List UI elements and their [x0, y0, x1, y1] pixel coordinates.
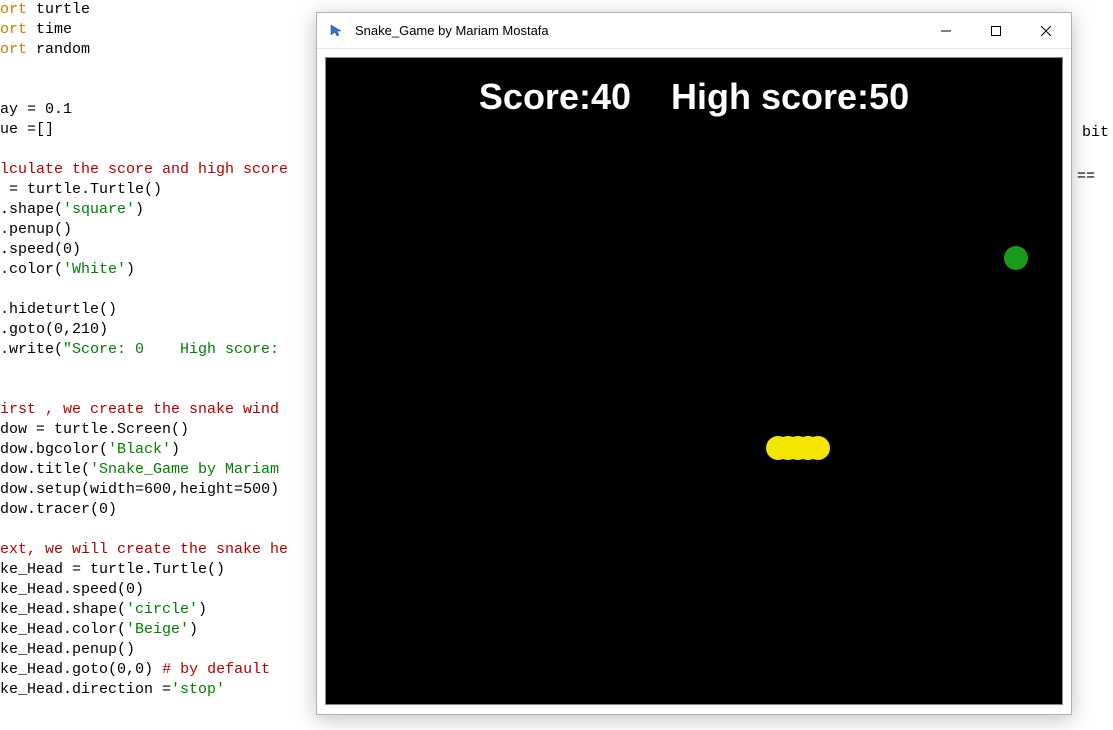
code-token: .speed(	[0, 241, 63, 258]
window-title: Snake_Game by Mariam Mostafa	[355, 23, 921, 38]
code-token: dow.setup(width=	[0, 481, 144, 498]
score-label: Score:	[479, 76, 591, 117]
code-fragment: bit	[1082, 124, 1109, 141]
code-token: .write(	[0, 341, 63, 358]
code-token: ke_Head.direction =	[0, 681, 171, 698]
score-display: Score:40 High score:50	[326, 76, 1062, 118]
code-token: 0	[99, 501, 108, 518]
code-token: 210	[72, 321, 99, 338]
code-token: ort	[0, 1, 27, 18]
minimize-button[interactable]	[921, 13, 971, 49]
code-token: dow.bgcolor(	[0, 441, 108, 458]
code-token: 0	[117, 661, 126, 678]
code-token: ,	[63, 321, 72, 338]
code-token: dow.tracer(	[0, 501, 99, 518]
code-token: )	[135, 201, 144, 218]
code-token: .color(	[0, 261, 63, 278]
code-token: )	[198, 601, 207, 618]
code-token: 'White'	[63, 261, 126, 278]
game-canvas-container: Score:40 High score:50	[317, 49, 1071, 713]
code-token: )	[126, 261, 135, 278]
code-token: )	[144, 661, 162, 678]
code-token: )	[270, 481, 279, 498]
code-token: )	[72, 241, 81, 258]
code-token: )	[189, 621, 198, 638]
code-token: 'square'	[63, 201, 135, 218]
code-token: 'Black'	[108, 441, 171, 458]
code-token: 0	[63, 241, 72, 258]
code-token: # by default	[162, 661, 270, 678]
code-token: ke_Head.goto(	[0, 661, 117, 678]
code-token: time	[27, 21, 72, 38]
code-fragment: ==	[1077, 168, 1095, 185]
code-token: ue =[]	[0, 121, 54, 138]
titlebar[interactable]: Snake_Game by Mariam Mostafa	[317, 13, 1071, 49]
window-controls	[921, 13, 1071, 49]
code-token: ke_Head.speed(	[0, 581, 126, 598]
code-token: ort	[0, 21, 27, 38]
code-token: 'stop'	[171, 681, 225, 698]
code-token: ay =	[0, 101, 45, 118]
code-token: 'circle'	[126, 601, 198, 618]
code-token: )	[99, 321, 108, 338]
code-token: "Score: 0 High score:	[63, 341, 279, 358]
code-token: 'Beige'	[126, 621, 189, 638]
food	[1004, 246, 1028, 270]
maximize-button[interactable]	[971, 13, 1021, 49]
code-token: 'Snake_Game by Mariam	[90, 461, 279, 478]
code-token: random	[27, 41, 90, 58]
code-token: dow = turtle.Screen()	[0, 421, 189, 438]
code-token: = turtle.Turtle()	[0, 181, 162, 198]
code-token: .penup()	[0, 221, 72, 238]
code-token: ke_Head.color(	[0, 621, 126, 638]
code-token: ort	[0, 41, 27, 58]
code-token: )	[171, 441, 180, 458]
code-token: .hideturtle()	[0, 301, 117, 318]
code-token: )	[108, 501, 117, 518]
code-token: 600	[144, 481, 171, 498]
highscore-value: 50	[869, 76, 909, 117]
code-token: .goto(	[0, 321, 54, 338]
code-token: 0	[126, 581, 135, 598]
snake-segment	[806, 436, 830, 460]
code-token: 0	[135, 661, 144, 678]
game-canvas[interactable]: Score:40 High score:50	[325, 57, 1063, 705]
code-token: ke_Head.shape(	[0, 601, 126, 618]
code-token: ,	[126, 661, 135, 678]
code-token: 0	[54, 321, 63, 338]
code-token: dow.title(	[0, 461, 90, 478]
app-icon	[327, 22, 345, 40]
code-token: turtle	[27, 1, 90, 18]
code-token: 0.1	[45, 101, 72, 118]
code-token: ext, we will create the snake he	[0, 541, 288, 558]
code-token: lculate the score and high score	[0, 161, 288, 178]
score-value: 40	[591, 76, 631, 117]
code-token: .shape(	[0, 201, 63, 218]
game-window[interactable]: Snake_Game by Mariam Mostafa Score:40 Hig…	[316, 12, 1072, 715]
code-token: ke_Head = turtle.Turtle()	[0, 561, 225, 578]
code-token: 500	[243, 481, 270, 498]
close-button[interactable]	[1021, 13, 1071, 49]
code-token: irst , we create the snake wind	[0, 401, 279, 418]
highscore-label: High score:	[671, 76, 869, 117]
code-token: ,height=	[171, 481, 243, 498]
code-token: )	[135, 581, 144, 598]
code-token: ke_Head.penup()	[0, 641, 135, 658]
